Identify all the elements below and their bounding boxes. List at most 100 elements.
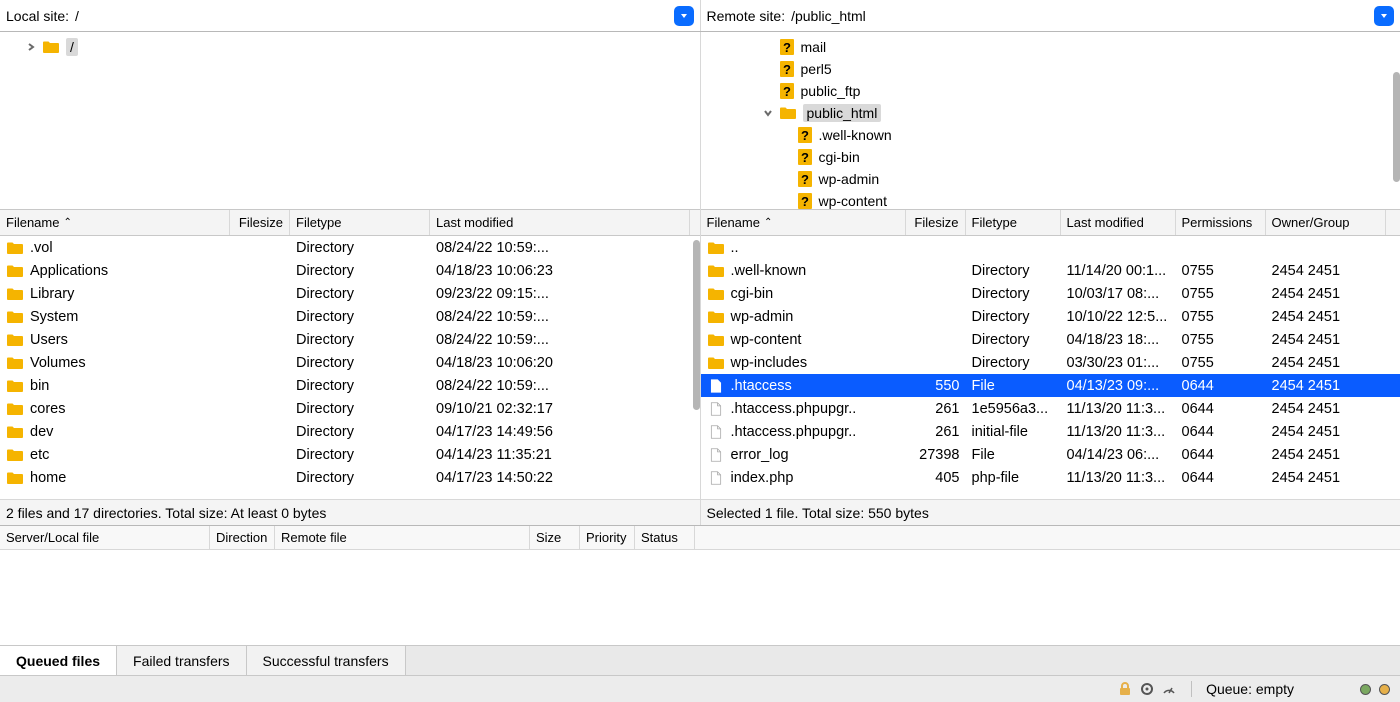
file-row[interactable]: VolumesDirectory04/18/23 10:06:20 — [0, 351, 700, 374]
file-row[interactable]: devDirectory04/17/23 14:49:56 — [0, 420, 700, 443]
divider — [1191, 681, 1192, 697]
file-row[interactable]: wp-includesDirectory03/30/23 01:...07552… — [701, 351, 1400, 374]
queue-column-header[interactable]: Status — [635, 526, 695, 549]
tree-toggle[interactable] — [24, 40, 38, 54]
file-row[interactable]: homeDirectory04/17/23 14:50:22 — [0, 466, 700, 489]
file-row[interactable]: coresDirectory09/10/21 02:32:17 — [0, 397, 700, 420]
queue-column-header[interactable]: Priority — [580, 526, 635, 549]
file-row[interactable]: .. — [701, 236, 1400, 259]
queue-column-header[interactable]: Server/Local file — [0, 526, 210, 549]
local-site-dropdown[interactable] — [674, 6, 694, 26]
tree-toggle[interactable] — [779, 150, 793, 164]
column-header[interactable]: Filesize — [230, 210, 290, 235]
file-row[interactable]: Users Directory08/24/22 10:59:... — [0, 328, 700, 351]
unknown-folder-icon — [779, 38, 795, 56]
folder-icon — [6, 241, 24, 255]
tree-item[interactable]: perl5 — [701, 58, 1400, 80]
file-row[interactable]: wp-contentDirectory04/18/23 18:...075524… — [701, 328, 1400, 351]
queue-column-header[interactable]: Remote file — [275, 526, 530, 549]
tree-toggle[interactable] — [779, 172, 793, 186]
cell: File — [966, 447, 1061, 463]
cell: 04/14/23 11:35:21 — [430, 447, 690, 463]
tab-successful-transfers[interactable]: Successful transfers — [247, 646, 406, 675]
file-row[interactable]: LibraryDirectory09/23/22 09:15:... — [0, 282, 700, 305]
scrollbar-thumb[interactable] — [1393, 72, 1400, 182]
folder-icon — [707, 356, 725, 370]
unknown-folder-icon — [797, 170, 813, 188]
file-row[interactable]: wp-adminDirectory10/10/22 12:5...0755245… — [701, 305, 1400, 328]
column-header[interactable]: Filename⌃ — [0, 210, 230, 235]
tree-item[interactable]: wp-admin — [701, 168, 1400, 190]
tree-label: cgi-bin — [819, 149, 860, 165]
tree-toggle[interactable] — [779, 128, 793, 142]
file-row[interactable]: SystemDirectory08/24/22 10:59:... — [0, 305, 700, 328]
tree-toggle[interactable] — [761, 62, 775, 76]
transfer-tabs: Queued filesFailed transfersSuccessful t… — [0, 646, 1400, 676]
column-header[interactable]: Filetype — [290, 210, 430, 235]
file-row[interactable]: .htaccess.phpupgr..261initial-file11/13/… — [701, 420, 1400, 443]
status-dot-1[interactable] — [1360, 684, 1371, 695]
tab-failed-transfers[interactable]: Failed transfers — [117, 646, 246, 675]
filename-cell: etc — [0, 447, 230, 463]
local-file-list[interactable]: .volDirectory08/24/22 10:59:...Applicati… — [0, 236, 700, 499]
column-header[interactable]: Permissions — [1176, 210, 1266, 235]
column-header[interactable]: Filetype — [966, 210, 1061, 235]
cell: Directory — [290, 447, 430, 463]
file-row[interactable]: binDirectory08/24/22 10:59:... — [0, 374, 700, 397]
lock-icon[interactable] — [1117, 681, 1133, 697]
remote-tree[interactable]: mailperl5public_ftppublic_html.well-know… — [701, 32, 1400, 210]
queue-header[interactable]: Server/Local fileDirectionRemote fileSiz… — [0, 526, 1400, 550]
cell: Directory — [290, 332, 430, 348]
file-row[interactable]: error_log27398File04/14/23 06:...0644245… — [701, 443, 1400, 466]
tree-label: / — [66, 38, 78, 56]
tree-item[interactable]: public_html — [701, 102, 1400, 124]
remote-site-dropdown[interactable] — [1374, 6, 1394, 26]
column-header[interactable]: Owner/Group — [1266, 210, 1386, 235]
gear-icon[interactable] — [1139, 681, 1155, 697]
file-row[interactable]: etc Directory04/14/23 11:35:21 — [0, 443, 700, 466]
file-row[interactable]: cgi-binDirectory10/03/17 08:...07552454 … — [701, 282, 1400, 305]
tree-toggle[interactable] — [761, 106, 775, 120]
cell: 2454 2451 — [1266, 378, 1386, 394]
remote-site-input[interactable] — [791, 8, 1374, 24]
tab-queued-files[interactable]: Queued files — [0, 646, 117, 675]
cell: 08/24/22 10:59:... — [430, 332, 690, 348]
cell: 0644 — [1176, 470, 1266, 486]
file-row[interactable]: .volDirectory08/24/22 10:59:... — [0, 236, 700, 259]
file-row[interactable]: index.php405php-file11/13/20 11:3...0644… — [701, 466, 1400, 489]
column-header[interactable]: Filename⌃ — [701, 210, 906, 235]
file-row[interactable]: .htaccess550File04/13/23 09:...06442454 … — [701, 374, 1400, 397]
local-site-input[interactable] — [75, 8, 673, 24]
cell: 0755 — [1176, 263, 1266, 279]
queue-column-header[interactable]: Direction — [210, 526, 275, 549]
filename-cell: .. — [701, 240, 906, 256]
tree-toggle[interactable] — [761, 40, 775, 54]
tree-item[interactable]: .well-known — [701, 124, 1400, 146]
column-header[interactable]: Last modified — [430, 210, 690, 235]
tree-item[interactable]: wp-content — [701, 190, 1400, 210]
file-row[interactable]: ApplicationsDirectory04/18/23 10:06:23 — [0, 259, 700, 282]
tree-item[interactable]: / — [0, 36, 700, 58]
remote-file-list[interactable]: .. .well-knownDirectory11/14/20 00:1...07… — [701, 236, 1400, 499]
tree-toggle[interactable] — [779, 194, 793, 208]
file-row[interactable]: .well-knownDirectory11/14/20 00:1...0755… — [701, 259, 1400, 282]
file-row[interactable]: .htaccess.phpupgr..2611e5956a3...11/13/2… — [701, 397, 1400, 420]
speed-icon[interactable] — [1161, 681, 1177, 697]
remote-list-header[interactable]: Filename⌃FilesizeFiletypeLast modifiedPe… — [701, 210, 1400, 236]
tree-item[interactable]: public_ftp — [701, 80, 1400, 102]
column-header[interactable]: Filesize — [906, 210, 966, 235]
local-list-header[interactable]: Filename⌃FilesizeFiletypeLast modified — [0, 210, 700, 236]
tree-toggle[interactable] — [761, 84, 775, 98]
cell: 11/14/20 00:1... — [1061, 263, 1176, 279]
tree-item[interactable]: cgi-bin — [701, 146, 1400, 168]
filename-cell: Users — [0, 332, 230, 348]
queue-column-header[interactable]: Size — [530, 526, 580, 549]
local-tree[interactable]: / — [0, 32, 700, 210]
status-dot-2[interactable] — [1379, 684, 1390, 695]
queue-body[interactable] — [0, 550, 1400, 646]
cell: 2454 2451 — [1266, 309, 1386, 325]
tree-item[interactable]: mail — [701, 36, 1400, 58]
scrollbar-thumb[interactable] — [693, 240, 700, 410]
cell: 405 — [906, 470, 966, 486]
column-header[interactable]: Last modified — [1061, 210, 1176, 235]
